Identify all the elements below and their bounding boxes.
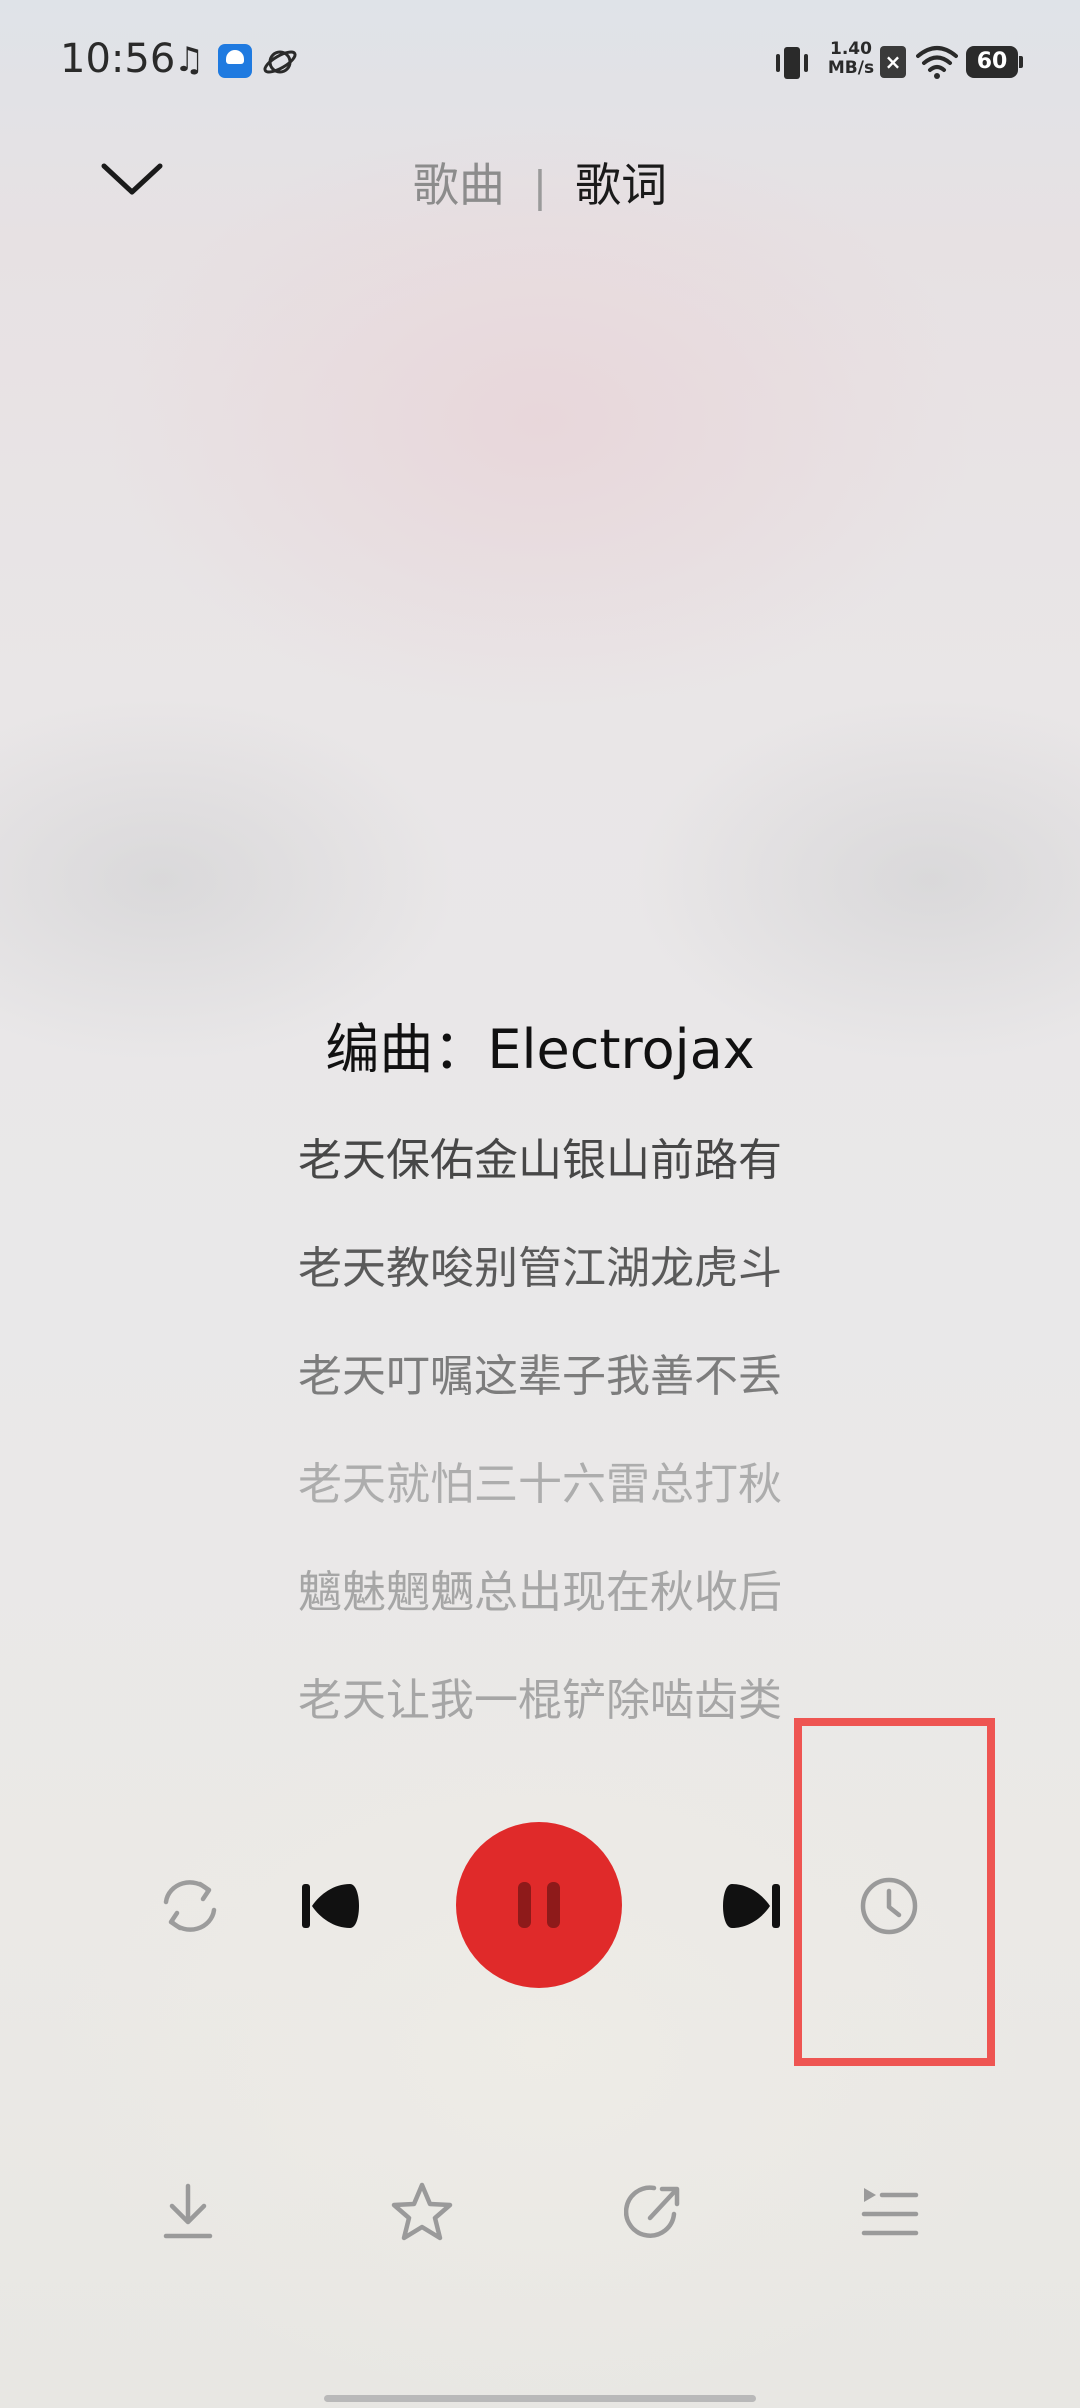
home-indicator[interactable] bbox=[324, 2395, 756, 2402]
lyric-line[interactable]: 老天叮嘱这辈子我善不丢 bbox=[0, 1337, 1080, 1417]
highlight-box bbox=[794, 1718, 995, 2066]
download-icon[interactable] bbox=[156, 2180, 220, 2244]
status-bar: 10:56 ♫ 1.40 MB/s × 60 bbox=[0, 0, 1080, 130]
tab-lyrics[interactable]: 歌词 bbox=[575, 158, 667, 212]
status-time: 10:56 bbox=[60, 36, 176, 82]
battery-nub bbox=[1019, 56, 1023, 68]
planet-icon bbox=[263, 50, 297, 74]
lyric-line[interactable]: 魑魅魍魉总出现在秋收后 bbox=[0, 1553, 1080, 1633]
music-note-icon: ♫ bbox=[174, 40, 205, 80]
lyric-line[interactable]: 老天保佑金山银山前路有 bbox=[0, 1121, 1080, 1201]
no-sim-icon: × bbox=[880, 46, 906, 78]
playlist-icon[interactable] bbox=[858, 2180, 922, 2244]
pause-button[interactable] bbox=[456, 1822, 622, 1988]
pause-bar-right bbox=[547, 1882, 560, 1928]
app-notification-icon bbox=[218, 44, 252, 78]
battery-indicator: 60 bbox=[966, 46, 1018, 78]
tab-separator: | bbox=[532, 162, 548, 211]
lyric-line[interactable]: 老天就怕三十六雷总打秋 bbox=[0, 1445, 1080, 1525]
network-speed: 1.40 MB/s bbox=[827, 39, 875, 78]
star-icon[interactable] bbox=[390, 2180, 454, 2244]
repeat-icon[interactable] bbox=[156, 1876, 224, 1936]
vibrate-icon bbox=[776, 47, 808, 79]
tab-song[interactable]: 歌曲 bbox=[413, 158, 505, 212]
lyric-line[interactable]: 老天教唆别管江湖龙虎斗 bbox=[0, 1229, 1080, 1309]
previous-icon[interactable] bbox=[300, 1878, 364, 1934]
share-icon[interactable] bbox=[624, 2180, 688, 2244]
lyric-line-active[interactable]: 编曲：Electrojax bbox=[0, 1010, 1080, 1090]
next-icon[interactable] bbox=[718, 1878, 782, 1934]
wifi-icon bbox=[916, 46, 958, 79]
view-tabs: 歌曲 | 歌词 bbox=[0, 150, 1080, 220]
pause-bar-left bbox=[518, 1882, 531, 1928]
